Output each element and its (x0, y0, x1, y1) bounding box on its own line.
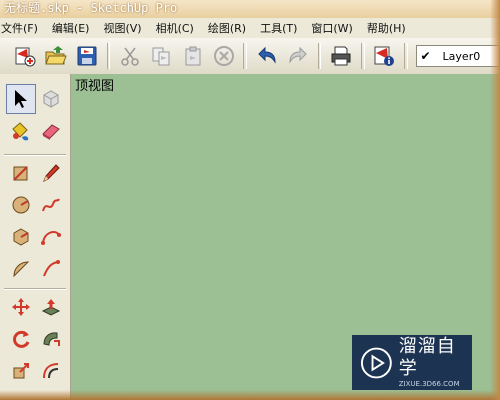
pencil-icon (43, 164, 60, 183)
move-icon (12, 298, 30, 316)
paste-icon (185, 46, 201, 66)
layer-visible-check: ✔ (420, 49, 431, 63)
toolbar-separator (403, 43, 408, 69)
paste-button[interactable] (178, 41, 207, 71)
redo-button[interactable] (283, 41, 312, 71)
model-info-icon (374, 46, 395, 66)
save-button[interactable] (72, 41, 101, 71)
cut-button[interactable] (115, 41, 144, 71)
menu-camera[interactable]: 相机(C) (149, 20, 201, 36)
menu-edit[interactable]: 编辑(E) (45, 20, 97, 36)
menu-draw[interactable]: 绘图(R) (201, 20, 253, 36)
toolbar-separator (360, 43, 365, 69)
offset-icon (43, 363, 59, 379)
toolbar-separator (106, 43, 111, 69)
pie-icon (13, 261, 30, 278)
eraser-icon (42, 124, 60, 140)
push-pull-icon (41, 299, 61, 316)
watermark-text: 溜溜自学 ZIXUE.3D66.COM (399, 336, 472, 389)
tool-row (6, 116, 68, 146)
select-arrow-icon (15, 90, 27, 108)
rotate-icon (13, 330, 30, 348)
rectangle-icon (13, 166, 28, 181)
open-button[interactable] (41, 41, 70, 71)
print-icon (331, 46, 351, 66)
erase-button[interactable] (209, 41, 238, 71)
tool-row (6, 292, 68, 322)
tool-row (6, 356, 68, 386)
new-file-icon (15, 47, 36, 67)
rectangle-tool[interactable] (6, 158, 36, 188)
pie-tool[interactable] (6, 254, 36, 284)
delete-icon (213, 46, 234, 66)
two-point-arc-tool[interactable] (36, 254, 66, 284)
menu-file[interactable]: 文件(F) (0, 20, 45, 36)
frame-edge-right (490, 0, 500, 400)
select-tool[interactable] (6, 84, 36, 114)
freehand-tool[interactable] (36, 190, 66, 220)
line-tool[interactable] (36, 158, 66, 188)
paint-bucket-tool[interactable] (6, 116, 36, 146)
toolset-separator (4, 154, 66, 156)
copy-icon (152, 47, 170, 66)
menubar: 文件(F) 编辑(E) 视图(V) 相机(C) 绘图(R) 工具(T) 窗口(W… (0, 18, 500, 39)
follow-me-tool[interactable] (36, 324, 66, 354)
follow-me-icon (43, 332, 60, 346)
tool-row (6, 254, 68, 284)
redo-icon (289, 46, 307, 64)
frame-edge-bottom (0, 390, 500, 400)
watermark-url: ZIXUE.3D66.COM (398, 380, 460, 388)
scale-icon (13, 363, 29, 379)
new-file-button[interactable] (10, 41, 39, 71)
tool-row (6, 324, 68, 354)
arc-2-icon (43, 260, 60, 277)
copy-button[interactable] (147, 41, 176, 71)
scale-tool[interactable] (6, 356, 36, 386)
watermark-logo-icon (360, 347, 392, 378)
eraser-tool[interactable] (36, 116, 66, 146)
offset-tool[interactable] (36, 356, 66, 386)
watermark: 溜溜自学 ZIXUE.3D66.COM (352, 335, 472, 390)
standard-toolbar: ✔ Layer0 (0, 38, 500, 75)
arc-icon (41, 230, 61, 245)
polygon-icon (13, 228, 29, 246)
freehand-icon (42, 198, 60, 212)
view-label: 顶视图 (75, 79, 115, 94)
toolbar-separator (243, 43, 248, 69)
circle-icon (12, 196, 30, 214)
paint-bucket-icon (12, 122, 29, 141)
menu-window[interactable]: 窗口(W) (304, 20, 359, 36)
print-button[interactable] (326, 41, 355, 71)
make-component-tool[interactable] (36, 84, 66, 114)
polygon-tool[interactable] (6, 222, 36, 252)
arc-tool[interactable] (36, 222, 66, 252)
cut-icon (121, 47, 139, 66)
tool-row (6, 222, 68, 252)
menu-tools[interactable]: 工具(T) (253, 20, 304, 36)
rotate-tool[interactable] (6, 324, 36, 354)
large-toolset (0, 74, 71, 400)
tool-row (6, 158, 68, 188)
toolbar-separator (317, 43, 322, 69)
toolset-separator (4, 288, 66, 290)
component-icon (43, 90, 59, 108)
layer-selector[interactable]: ✔ Layer0 (415, 45, 500, 67)
move-tool[interactable] (6, 292, 36, 322)
watermark-name: 溜溜自学 (398, 336, 456, 379)
menu-view[interactable]: 视图(V) (96, 20, 148, 36)
window-title: 无标题.skp - SketchUp Pro (0, 0, 500, 18)
undo-button[interactable] (252, 41, 281, 71)
layer-name: Layer0 (442, 49, 481, 63)
tool-row (6, 190, 68, 220)
save-icon (77, 46, 97, 66)
tool-row (6, 84, 68, 114)
open-folder-icon (45, 46, 67, 65)
model-info-button[interactable] (370, 41, 399, 71)
menu-help[interactable]: 帮助(H) (360, 20, 413, 36)
push-pull-tool[interactable] (36, 292, 66, 322)
circle-tool[interactable] (6, 190, 36, 220)
undo-icon (258, 46, 276, 64)
